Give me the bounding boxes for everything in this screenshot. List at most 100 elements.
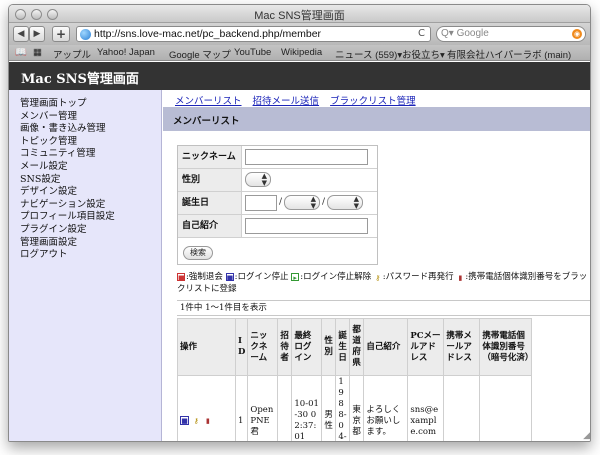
- legend-reissue: パスワード再発行: [385, 272, 454, 282]
- legend-withdraw: 強制退会: [188, 272, 223, 282]
- birth-day-select[interactable]: ▲ ▼: [327, 195, 363, 210]
- sidebar-item-members[interactable]: メンバー管理: [20, 111, 161, 124]
- cell-mobile-id: [479, 375, 533, 441]
- bookmark-useful[interactable]: お役立ち▾: [402, 47, 445, 61]
- bookmark-youtube[interactable]: YouTube: [234, 47, 271, 58]
- withdraw-icon: ■: [177, 273, 185, 282]
- table-header-row: 操作 ID ニックネーム 招待者 最終ログイン 性別 誕生日 都道府県 自己紹介…: [177, 318, 533, 376]
- table-row: ■ ⚷ ▮ 1 OpenPNE君 10-01-30 02:37:01 男性 19…: [177, 375, 533, 441]
- key-icon[interactable]: ⚷: [192, 417, 201, 426]
- window-title: Mac SNS管理画面: [254, 10, 345, 22]
- cell-birthday: 1988-04-23: [335, 375, 351, 441]
- bookmark-google-maps[interactable]: Google マップ: [169, 47, 231, 61]
- back-button[interactable]: ◀: [13, 26, 29, 42]
- bookmark-hyperlab[interactable]: 有限会社ハイパーラボ (main): [447, 47, 571, 61]
- row-actions: ■ ⚷ ▮: [177, 375, 236, 441]
- sidebar-item-navigation-settings[interactable]: ナビゲーション設定: [20, 199, 161, 212]
- back-arrow-icon: ◀: [17, 29, 25, 39]
- col-mobile-id: 携帯電話個体識別番号（暗号化済）: [479, 318, 533, 376]
- link-member-list[interactable]: メンバーリスト: [175, 96, 242, 107]
- sub-navigation: メンバーリスト 招待メール送信 ブラックリスト管理: [175, 93, 424, 107]
- col-prefecture: 都道府県: [349, 318, 365, 376]
- birthday-label: 誕生日: [178, 192, 242, 214]
- plus-icon: +: [55, 27, 67, 41]
- cell-pc-email: sns@example.com: [407, 375, 445, 441]
- top-sites-grid-icon[interactable]: ▦: [33, 47, 42, 58]
- add-bookmark-button[interactable]: +: [52, 26, 70, 42]
- col-mobile-email: 携帯メールアドレス: [443, 318, 481, 376]
- cell-last-login: 10-01-30 02:37:01: [291, 375, 323, 441]
- browser-toolbar: ◀ ▶ + http://sns.love-mac.net/pc_backend…: [9, 23, 590, 45]
- search-clear-icon[interactable]: ◉: [572, 29, 582, 39]
- login-stop-icon: ■: [225, 273, 234, 282]
- cell-mobile-email: [443, 375, 481, 441]
- date-separator: /: [279, 197, 283, 207]
- col-inviter: 招待者: [277, 318, 293, 376]
- updown-arrows-icon: ▲ ▼: [353, 195, 359, 210]
- site-title: Mac SNS管理画面: [21, 72, 139, 87]
- member-table: 操作 ID ニックネーム 招待者 最終ログイン 性別 誕生日 都道府県 自己紹介…: [177, 318, 533, 441]
- barcode-icon[interactable]: ▮: [203, 417, 212, 426]
- bookmark-apple[interactable]: アップル: [53, 47, 91, 61]
- birth-year-input[interactable]: [245, 195, 277, 211]
- cell-nickname: OpenPNE君: [247, 375, 279, 441]
- updown-arrows-icon: ▲ ▼: [261, 172, 267, 187]
- reload-icon[interactable]: C: [418, 28, 425, 39]
- search-placeholder: Q▾ Google: [441, 28, 489, 39]
- sidebar-item-images-posts[interactable]: 画像・書き込み管理: [20, 123, 161, 136]
- sidebar-item-topics[interactable]: トピック管理: [20, 136, 161, 149]
- sidebar: 管理画面トップ メンバー管理 画像・書き込み管理 トピック管理 コミュニティ管理…: [9, 90, 162, 441]
- col-id: ID: [234, 318, 249, 376]
- bookmark-yahoo[interactable]: Yahoo! Japan: [97, 47, 155, 58]
- sidebar-item-design-settings[interactable]: デザイン設定: [20, 186, 161, 199]
- forward-button[interactable]: ▶: [29, 26, 45, 42]
- sidebar-item-mail-settings[interactable]: メール設定: [20, 161, 161, 174]
- intro-input[interactable]: [245, 218, 368, 234]
- section-header: メンバーリスト: [163, 107, 590, 131]
- sidebar-item-profile-settings[interactable]: プロフィール項目設定: [20, 211, 161, 224]
- col-gender: 性別: [321, 318, 337, 376]
- link-invite-mail[interactable]: 招待メール送信: [253, 96, 320, 107]
- gender-select[interactable]: ▲ ▼: [245, 172, 271, 187]
- col-last-login: 最終ログイン: [291, 318, 323, 376]
- nickname-input[interactable]: [245, 149, 368, 165]
- bookmark-news[interactable]: ニュース (559)▾: [335, 47, 402, 61]
- form-row-intro: 自己紹介: [178, 215, 377, 238]
- site-header: Mac SNS管理画面: [9, 62, 590, 90]
- resize-grip-icon[interactable]: ◢: [583, 431, 590, 441]
- updown-arrows-icon: ▲ ▼: [310, 195, 316, 210]
- sidebar-item-sns-settings[interactable]: SNS設定: [20, 174, 161, 187]
- intro-label: 自己紹介: [178, 215, 242, 237]
- link-blacklist[interactable]: ブラックリスト管理: [330, 96, 416, 107]
- sidebar-item-plugin-settings[interactable]: プラグイン設定: [20, 224, 161, 237]
- login-stop-icon[interactable]: ■: [180, 415, 189, 425]
- key-icon: ⚷: [375, 274, 381, 282]
- address-bar[interactable]: http://sns.love-mac.net/pc_backend.php/m…: [76, 26, 431, 42]
- search-field[interactable]: Q▾ Google ◉: [436, 26, 586, 42]
- cell-prefecture: 東京都: [349, 375, 365, 441]
- sidebar-item-communities[interactable]: コミュニティ管理: [20, 148, 161, 161]
- barcode-icon: ▮: [458, 274, 463, 282]
- cell-gender: 男性: [321, 375, 337, 441]
- sidebar-item-logout[interactable]: ログアウト: [20, 249, 161, 262]
- birth-month-select[interactable]: ▲ ▼: [284, 195, 320, 210]
- bookmark-wikipedia[interactable]: Wikipedia: [281, 47, 322, 58]
- action-legend: ■:強制退会 ■:ログイン停止 ▸:ログイン停止解除 ⚷:パスワード再発行 ▮:…: [177, 272, 589, 295]
- url-text: http://sns.love-mac.net/pc_backend.php/m…: [94, 28, 322, 40]
- section-title: メンバーリスト: [173, 116, 240, 127]
- page-content: Mac SNS管理画面 管理画面トップ メンバー管理 画像・書き込み管理 トピッ…: [9, 62, 590, 441]
- col-intro: 自己紹介: [363, 318, 409, 376]
- sidebar-item-admin-settings[interactable]: 管理画面設定: [20, 237, 161, 250]
- col-nickname: ニックネーム: [247, 318, 279, 376]
- form-row-nickname: ニックネーム: [178, 146, 377, 169]
- bookmarks-book-icon[interactable]: 📖: [15, 47, 27, 58]
- date-separator: /: [322, 197, 326, 207]
- legend-unstop: ログイン停止解除: [303, 272, 372, 282]
- form-row-gender: 性別 ▲ ▼: [178, 169, 377, 192]
- gender-label: 性別: [178, 169, 242, 191]
- sidebar-item-admin-top[interactable]: 管理画面トップ: [20, 98, 161, 111]
- forward-arrow-icon: ▶: [33, 29, 41, 39]
- search-button[interactable]: 検索: [183, 246, 213, 260]
- login-unstop-icon: ▸: [291, 273, 300, 282]
- col-pc-email: PCメールアドレス: [407, 318, 445, 376]
